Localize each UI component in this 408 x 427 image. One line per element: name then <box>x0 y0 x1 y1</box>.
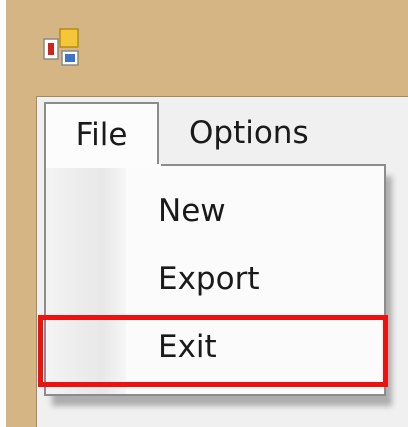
menu-item-new[interactable]: New <box>46 178 384 244</box>
app-window-icon <box>42 25 86 69</box>
menu-options[interactable]: Options <box>189 102 339 164</box>
menu-item-export-label: Export <box>158 261 260 297</box>
menu-item-export[interactable]: Export <box>46 246 384 312</box>
menu-file[interactable]: File <box>44 102 159 164</box>
exit-highlight-box <box>38 315 388 387</box>
menu-bar: File Options <box>37 102 408 166</box>
window-frame-left <box>6 96 36 427</box>
menu-item-new-label: New <box>158 193 226 229</box>
title-bar[interactable] <box>6 0 408 96</box>
